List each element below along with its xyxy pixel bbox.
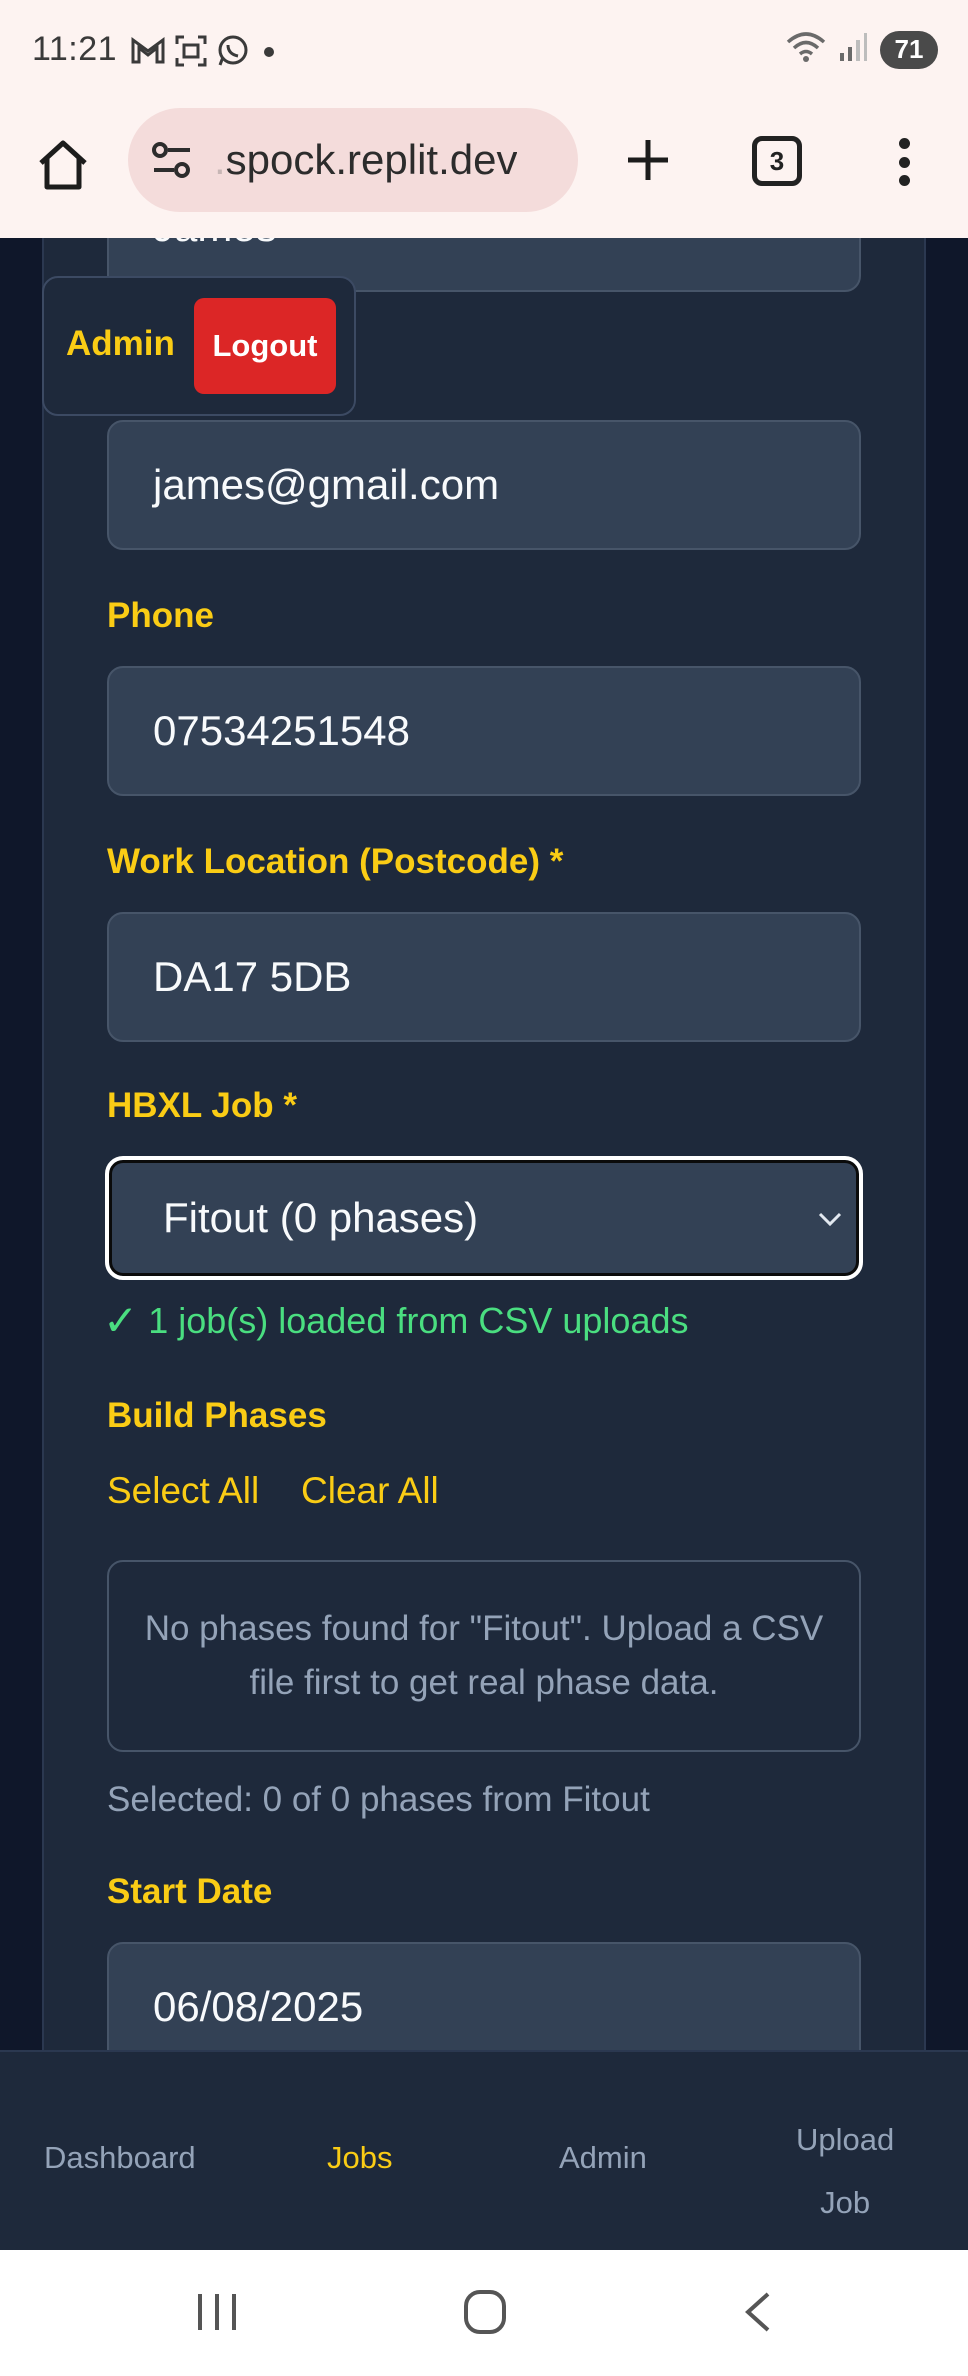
url-domain: spock.replit.dev: [225, 136, 518, 183]
more-menu-button[interactable]: [884, 132, 924, 192]
home-button[interactable]: [30, 132, 96, 198]
phases-empty-state: No phases found for "Fitout". Upload a C…: [107, 1560, 861, 1752]
start-date-field[interactable]: 06/08/2025: [107, 1942, 861, 2050]
phone-value: 07534251548: [153, 707, 410, 754]
hbxl-job-selected: Fitout (0 phases): [163, 1194, 479, 1241]
back-icon: [745, 2292, 770, 2332]
csv-loaded-status: ✓ 1 job(s) loaded from CSV uploads: [103, 1296, 688, 1345]
email-value: james@gmail.com: [153, 461, 500, 508]
signal-icon: [838, 31, 868, 68]
no-phases-message: No phases found for "Fitout". Upload a C…: [144, 1609, 824, 1702]
url-text[interactable]: .spock.replit.dev: [214, 136, 517, 184]
recent-apps-button[interactable]: [194, 2290, 240, 2339]
menu-dot: [898, 156, 910, 168]
chevron-down-icon: [818, 1212, 842, 1227]
check-icon: ✓: [103, 1297, 139, 1344]
system-navigation-bar: [0, 2250, 968, 2376]
clear-all-button[interactable]: Clear All: [301, 1470, 439, 1512]
menu-dot: [898, 175, 910, 186]
address-bar[interactable]: .spock.replit.dev: [128, 108, 578, 212]
back-button[interactable]: [738, 2290, 778, 2339]
system-icons: 71: [786, 30, 938, 69]
start-date-label: Start Date: [107, 1872, 273, 1911]
wifi-icon: [786, 30, 826, 69]
admin-user-panel: Admin Logout: [42, 276, 356, 416]
nav-admin[interactable]: Admin: [559, 2140, 647, 2176]
status-bar: 11:21 71: [0, 0, 968, 108]
phases-selected-count: Selected: 0 of 0 phases from Fitout: [107, 1780, 650, 1819]
home-nav-button[interactable]: [462, 2288, 508, 2341]
start-date-value: 06/08/2025: [153, 1983, 364, 2030]
gmail-icon: [130, 36, 166, 71]
url-prefix: .: [214, 136, 226, 183]
site-settings-icon[interactable]: [146, 134, 198, 186]
phone-field[interactable]: 07534251548: [107, 666, 861, 796]
menu-dot: [898, 138, 910, 149]
dot-icon: [258, 34, 280, 73]
hbxl-job-label: HBXL Job *: [107, 1086, 297, 1125]
work-location-value: DA17 5DB: [153, 953, 352, 1000]
email-field[interactable]: james@gmail.com: [107, 420, 861, 550]
nav-upload-job-line2: Job: [820, 2185, 871, 2220]
new-tab-button[interactable]: [618, 130, 678, 190]
status-time: 11:21: [32, 30, 118, 68]
recent-apps-icon: [198, 2294, 236, 2330]
bottom-navigation: Dashboard Jobs Admin Upload Job: [0, 2050, 968, 2250]
nav-upload-job-line1: Upload: [796, 2122, 895, 2157]
tab-switcher-button[interactable]: 3: [752, 136, 802, 186]
hbxl-job-select[interactable]: Fitout (0 phases): [105, 1156, 863, 1280]
phone-label: Phone: [107, 596, 214, 635]
screenshot-icon: [174, 34, 208, 73]
name-value: James: [153, 238, 277, 251]
nav-jobs[interactable]: Jobs: [327, 2140, 392, 2176]
whatsapp-icon: [216, 34, 250, 73]
page-content: James james@gmail.com Phone 07534251548 …: [0, 238, 968, 2050]
nav-dashboard[interactable]: Dashboard: [44, 2140, 196, 2176]
work-location-field[interactable]: DA17 5DB: [107, 912, 861, 1042]
home-circle-icon: [464, 2290, 506, 2334]
battery-indicator: 71: [880, 30, 938, 69]
home-icon: [39, 140, 87, 190]
select-all-button[interactable]: Select All: [107, 1470, 259, 1512]
csv-loaded-text: 1 job(s) loaded from CSV uploads: [148, 1299, 689, 1341]
plus-icon: [628, 140, 668, 180]
logout-button[interactable]: Logout: [194, 298, 336, 394]
browser-toolbar: .spock.replit.dev 3: [0, 108, 968, 238]
build-phases-label: Build Phases: [107, 1396, 327, 1435]
nav-upload-job[interactable]: Upload Job: [796, 2108, 894, 2234]
work-location-label: Work Location (Postcode) *: [107, 842, 564, 881]
notification-icons: [130, 34, 280, 73]
admin-role-label: Admin: [66, 324, 175, 363]
